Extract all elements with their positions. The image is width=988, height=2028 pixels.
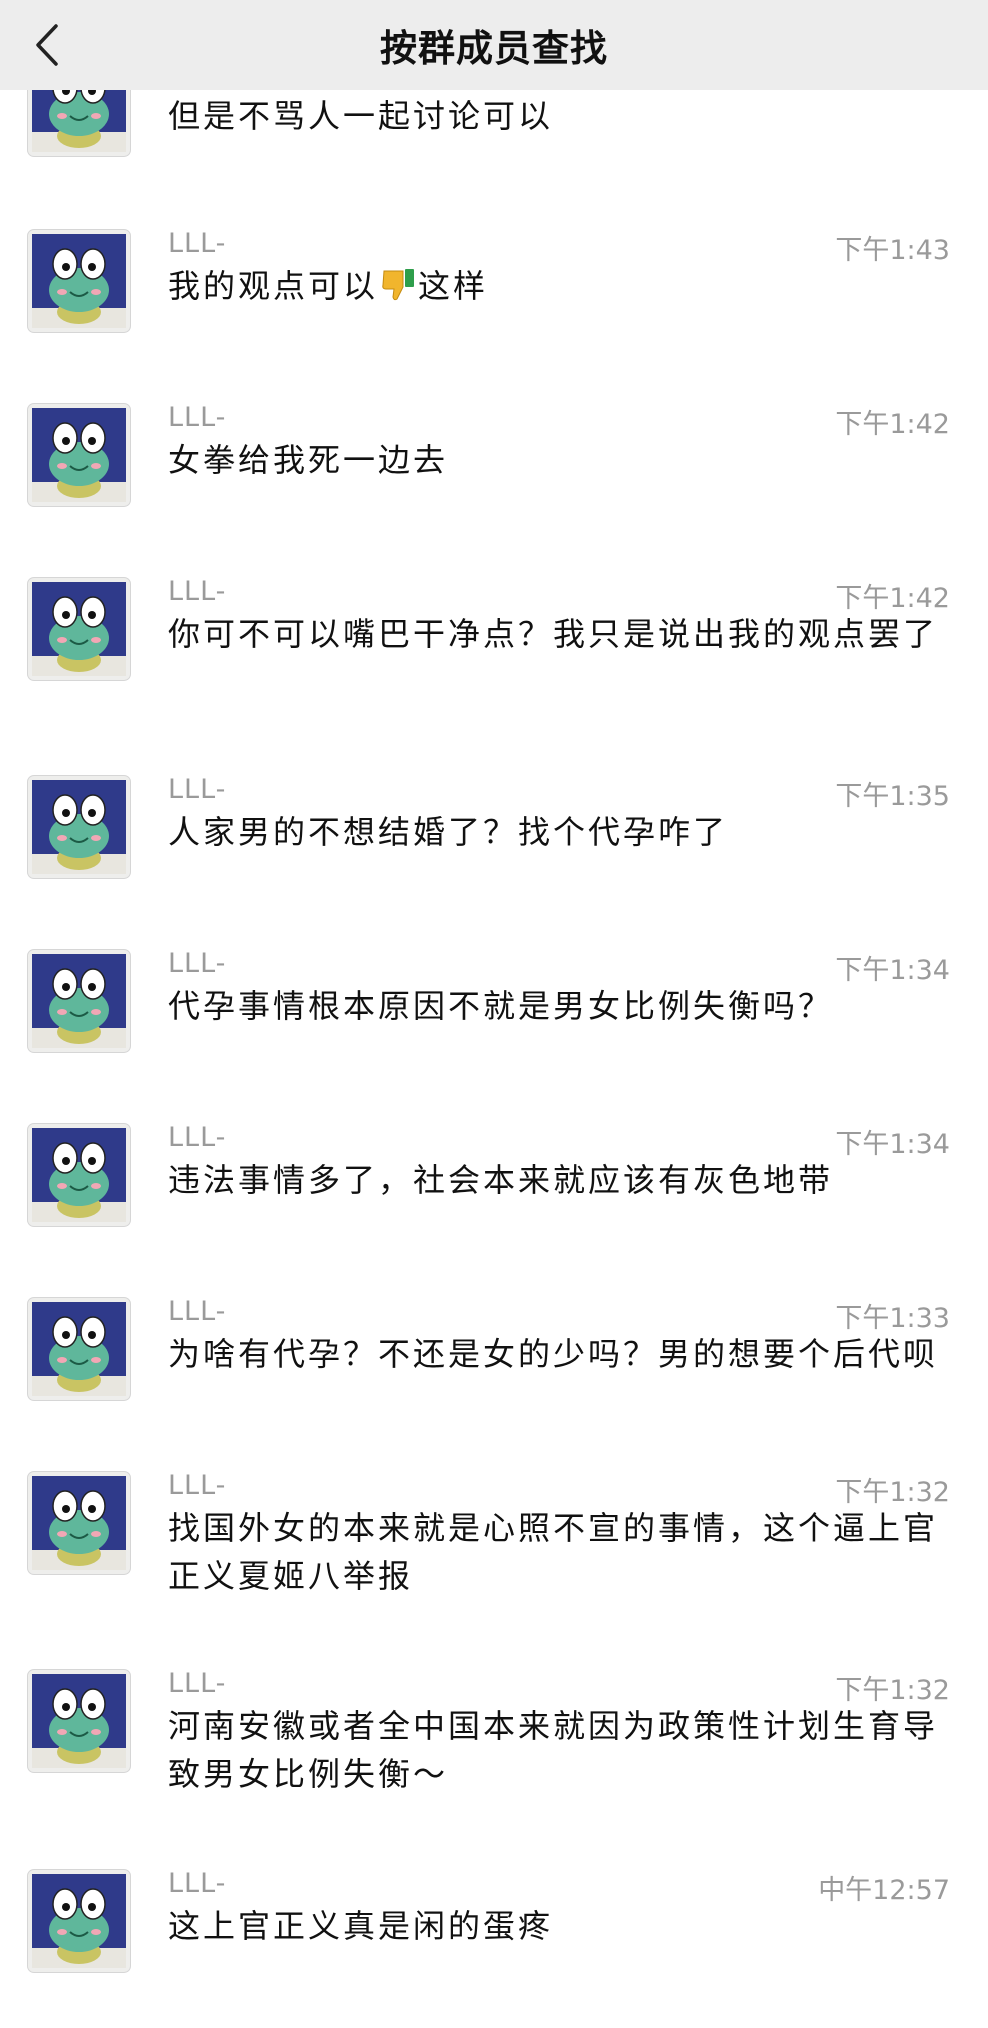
message-text: 女拳给我死一边去 (168, 441, 449, 479)
list-item[interactable]: 但是不骂人一起讨论可以 (0, 54, 988, 230)
page-title: 按群成员查找 (380, 27, 608, 70)
sender-name: LLL- (168, 1470, 227, 1501)
sender-name: LLL- (168, 576, 227, 607)
list-item[interactable]: LLL- 下午1:43 我的观点可以 这样 (0, 228, 988, 388)
message-text: 你可不可以嘴巴干净点？我只是说出我的观点罢了 (168, 615, 939, 653)
frog-avatar-icon (32, 582, 126, 676)
message-text: 违法事情多了，社会本来就应该有灰色地带 (168, 1161, 834, 1199)
frog-avatar-icon (32, 1302, 126, 1396)
sender-name: LLL- (168, 1122, 227, 1153)
sender-name: LLL- (168, 1668, 227, 1699)
chevron-left-icon (36, 24, 58, 66)
list-item[interactable]: LLL- 中午12:57 这上官正义真是闲的蛋疼 (0, 1868, 988, 2028)
list-item[interactable]: LLL- 下午1:42 你可不可以嘴巴干净点？我只是说出我的观点罢了 (0, 576, 988, 736)
frog-avatar-icon (32, 1476, 126, 1570)
message-text: 河南安徽或者全中国本来就因为政策性计划生育导致男女比例失衡～ (168, 1707, 939, 1793)
list-item[interactable]: LLL- 下午1:34 违法事情多了，社会本来就应该有灰色地带 (0, 1122, 988, 1282)
message-text: 代孕事情根本原因不就是男女比例失衡吗？ (168, 987, 834, 1025)
avatar[interactable] (28, 578, 130, 680)
avatar[interactable] (28, 1298, 130, 1400)
list-item[interactable]: LLL- 下午1:33 为啥有代孕？不还是女的少吗？男的想要个后代呗 (0, 1296, 988, 1456)
message-text: 但是不骂人一起讨论可以 (168, 97, 554, 135)
frog-avatar-icon (32, 234, 126, 328)
back-button[interactable] (22, 12, 72, 78)
sender-name: LLL- (168, 948, 227, 979)
message-list: 但是不骂人一起讨论可以 LLL- 下午1:43 我的观点可以 这样 LLL- 下… (0, 0, 988, 2002)
avatar[interactable] (28, 1670, 130, 1772)
sender-name: LLL- (168, 228, 227, 259)
frog-avatar-icon (32, 1674, 126, 1768)
navigation-bar: 按群成员查找 (0, 0, 988, 90)
list-item[interactable]: LLL- 下午1:35 人家男的不想结婚了？找个代孕咋了 (0, 774, 988, 934)
avatar[interactable] (28, 404, 130, 506)
sender-name: LLL- (168, 1868, 227, 1899)
frog-avatar-icon (32, 1874, 126, 1968)
message-text: 我的观点可以 这样 (168, 267, 489, 305)
message-text: 找国外女的本来就是心照不宣的事情，这个逼上官正义夏姬八举报 (168, 1509, 939, 1595)
message-text: 这上官正义真是闲的蛋疼 (168, 1907, 554, 1945)
message-text: 为啥有代孕？不还是女的少吗？男的想要个后代呗 (168, 1335, 939, 1373)
sender-name: LLL- (168, 1296, 227, 1327)
sender-name: LLL- (168, 774, 227, 805)
frog-avatar-icon (32, 780, 126, 874)
thumbs-down-icon (382, 269, 415, 301)
avatar[interactable] (28, 230, 130, 332)
list-item[interactable]: LLL- 下午1:32 找国外女的本来就是心照不宣的事情，这个逼上官正义夏姬八举… (0, 1470, 988, 1630)
avatar[interactable] (28, 1472, 130, 1574)
frog-avatar-icon (32, 408, 126, 502)
list-item[interactable]: LLL- 下午1:32 河南安徽或者全中国本来就因为政策性计划生育导致男女比例失… (0, 1668, 988, 1828)
avatar[interactable] (28, 1124, 130, 1226)
sender-name: LLL- (168, 402, 227, 433)
list-item[interactable]: LLL- 下午1:42 女拳给我死一边去 (0, 402, 988, 562)
frog-avatar-icon (32, 954, 126, 1048)
list-item[interactable]: LLL- 下午1:34 代孕事情根本原因不就是男女比例失衡吗？ (0, 948, 988, 1108)
avatar[interactable] (28, 776, 130, 878)
message-text: 人家男的不想结婚了？找个代孕咋了 (168, 813, 729, 851)
avatar[interactable] (28, 950, 130, 1052)
frog-avatar-icon (32, 1128, 126, 1222)
avatar[interactable] (28, 1870, 130, 1972)
